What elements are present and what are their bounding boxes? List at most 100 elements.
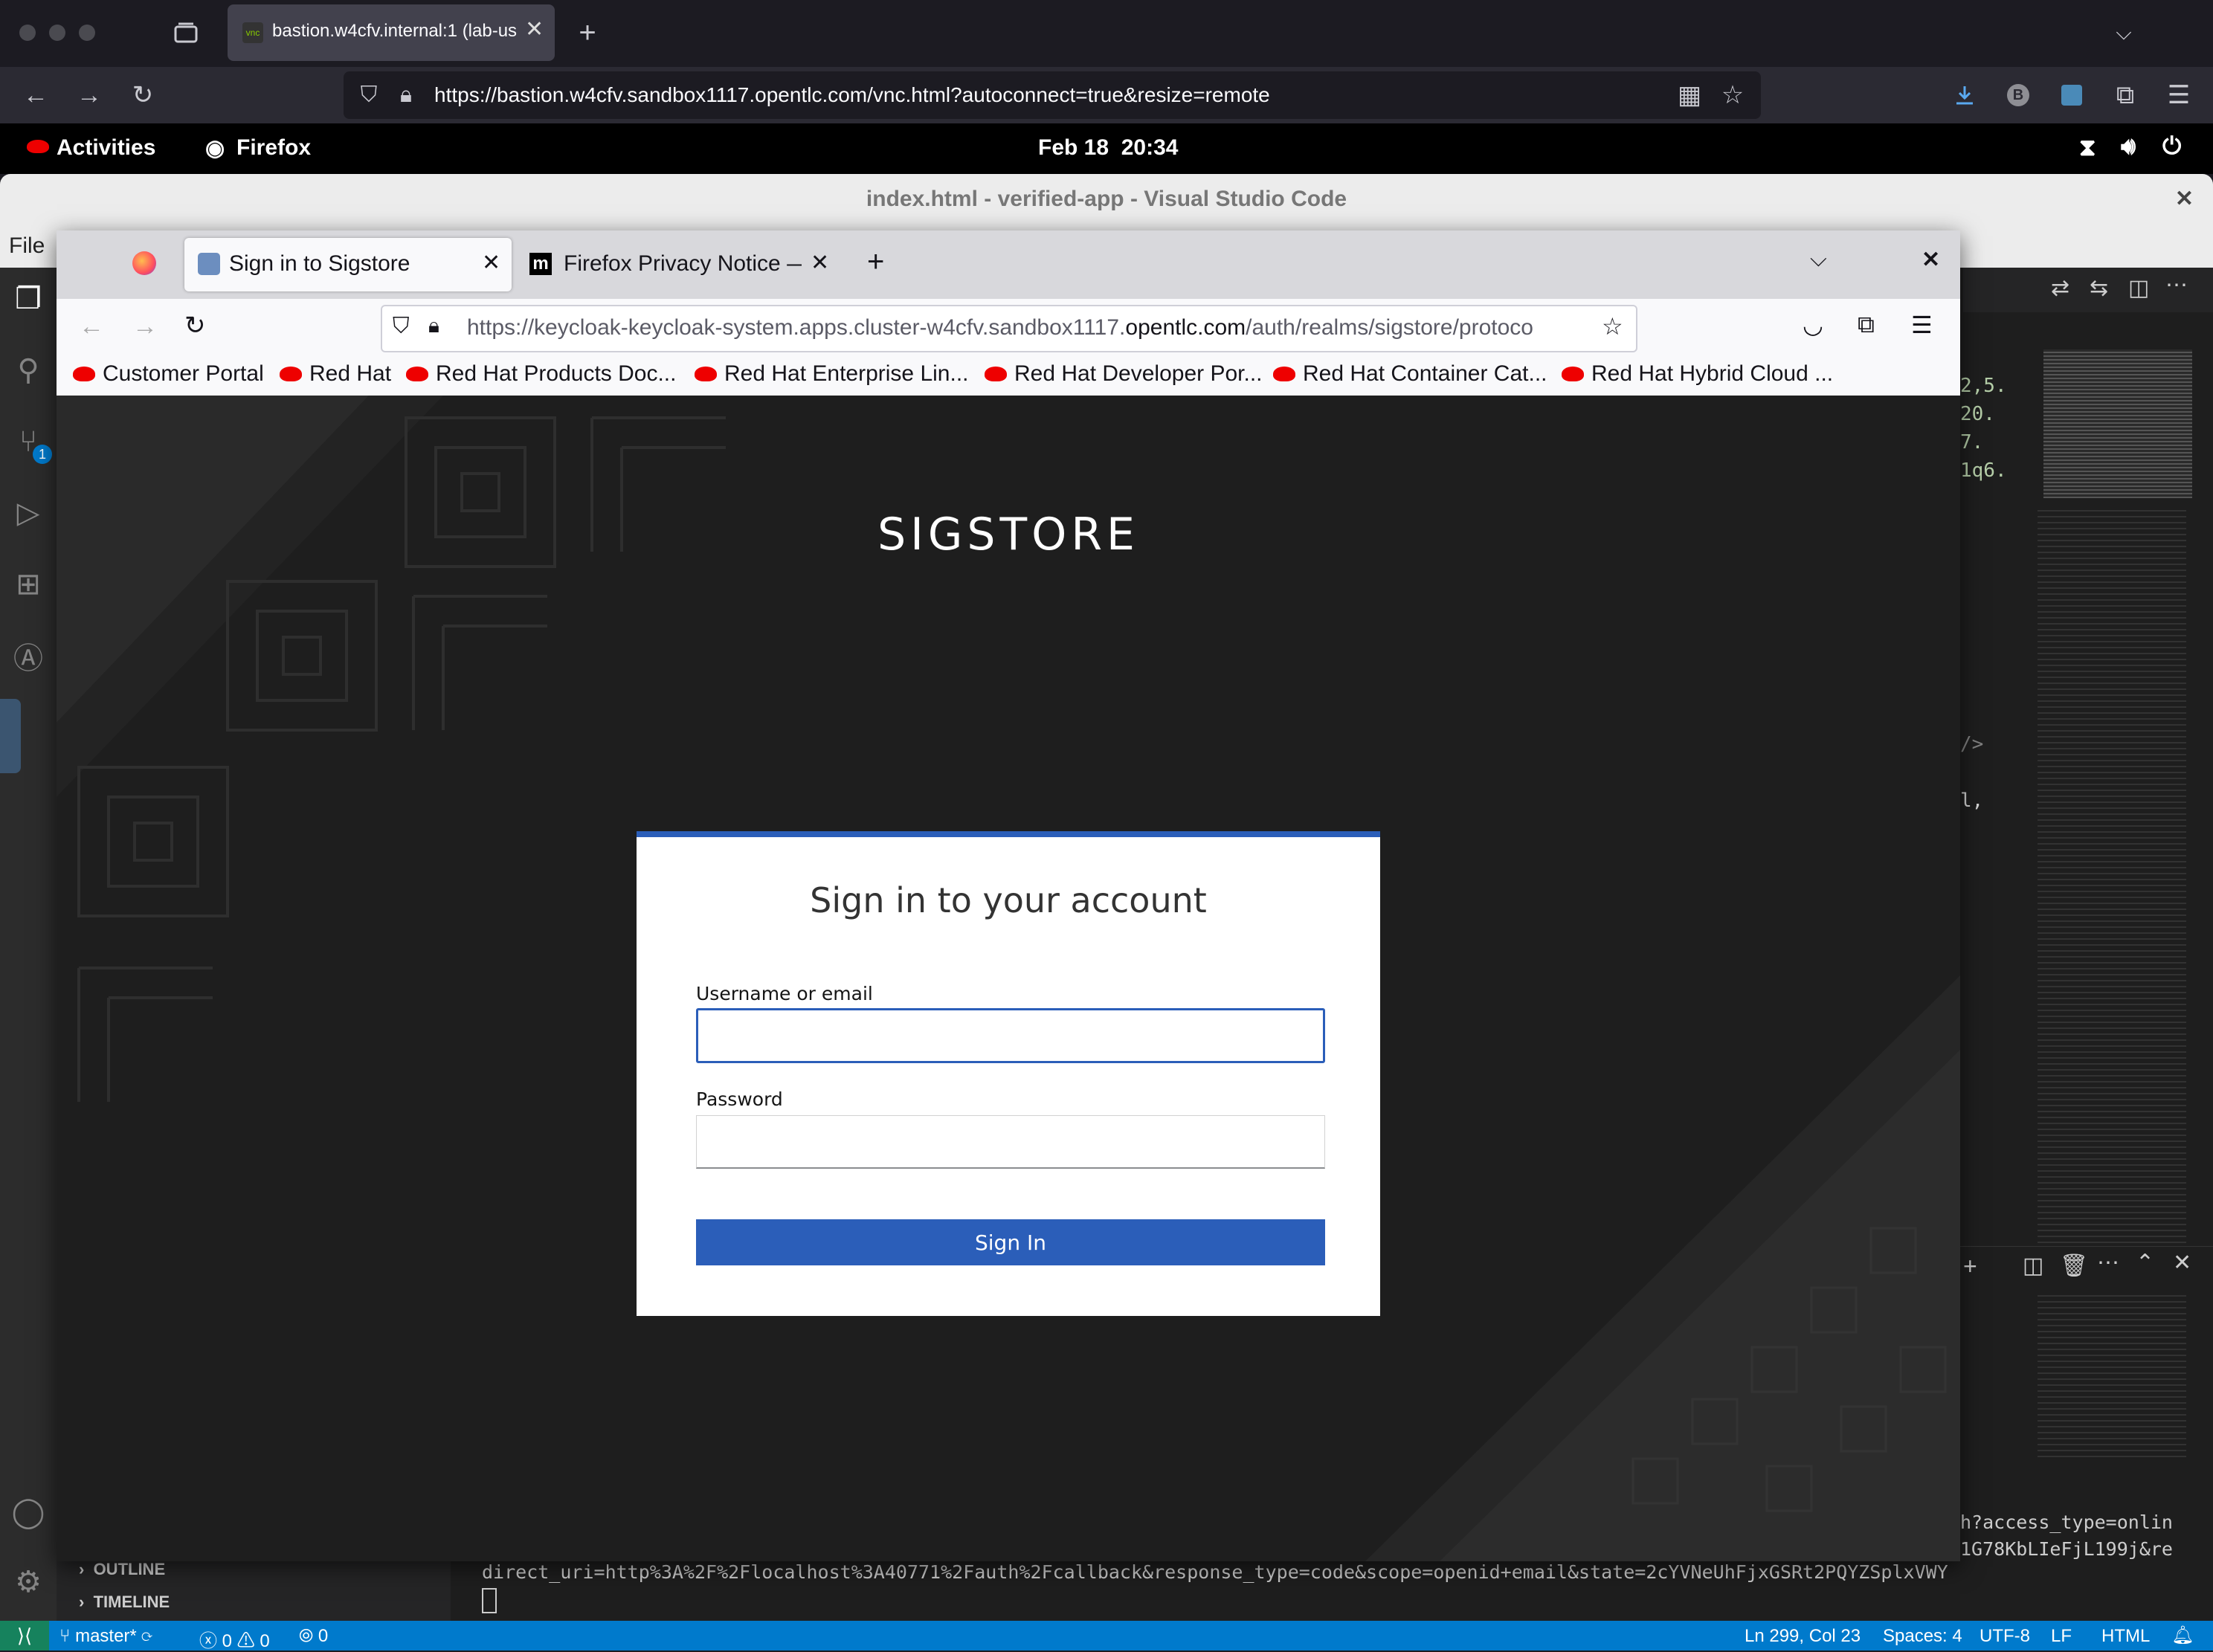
terminal-cursor: [482, 1588, 497, 1613]
bookmark-customer-portal[interactable]: Customer Portal: [73, 361, 264, 387]
more-actions-icon[interactable]: ⋯: [2165, 272, 2188, 298]
sidebar-sections: › OUTLINE › TIMELINE: [57, 1554, 451, 1621]
clock[interactable]: Feb 18 20:34: [1038, 135, 1178, 161]
remote-indicator-icon[interactable]: ⟩⟨: [0, 1621, 49, 1651]
close-tab-icon[interactable]: ✕: [482, 250, 500, 276]
firefox-view-icon[interactable]: [132, 251, 156, 275]
trash-icon[interactable]: 🗑︎: [2060, 1253, 2088, 1279]
menu-icon[interactable]: ☰: [2162, 80, 2195, 110]
extensions-icon[interactable]: ⧉: [1858, 311, 1875, 339]
list-all-tabs-icon[interactable]: ⌵: [1810, 247, 1827, 272]
line-ending[interactable]: LF: [2051, 1626, 2072, 1647]
close-window-icon[interactable]: [19, 25, 36, 41]
menu-file[interactable]: File: [9, 233, 45, 259]
lock-icon[interactable]: 🔒︎: [428, 314, 439, 338]
extension-grid-icon[interactable]: [2055, 80, 2088, 110]
panel-more-icon[interactable]: ⋯: [2097, 1250, 2119, 1276]
password-label: Password: [696, 1088, 783, 1110]
forward-icon[interactable]: →: [132, 312, 158, 341]
pocket-icon[interactable]: ◡: [1803, 311, 1823, 339]
new-tab-icon[interactable]: +: [573, 16, 602, 49]
sign-in-button[interactable]: Sign In: [696, 1219, 1325, 1265]
outer-url-bar[interactable]: ⛉ 🔒︎ https://bastion.w4cfv.sandbox1117.o…: [344, 71, 1761, 119]
close-tab-icon[interactable]: ✕: [811, 250, 829, 276]
bookmark-products-doc[interactable]: Red Hat Products Doc...: [406, 361, 676, 387]
back-icon[interactable]: ←: [79, 312, 104, 341]
tab-sign-in-sigstore[interactable]: Sign in to Sigstore ✕: [184, 238, 512, 291]
cursor-position[interactable]: Ln 299, Col 23: [1745, 1626, 1861, 1647]
new-tab-icon[interactable]: +: [867, 245, 884, 279]
qr-code-icon[interactable]: ▦: [1675, 80, 1704, 110]
username-input[interactable]: [696, 1008, 1325, 1063]
list-tabs-icon[interactable]: ⌵: [2109, 18, 2139, 48]
bookmark-red-hat[interactable]: Red Hat: [280, 361, 391, 387]
tab-overview-icon[interactable]: [171, 18, 201, 48]
minimize-window-icon[interactable]: [49, 25, 65, 41]
bookmark-label: Red Hat: [309, 361, 392, 386]
bookmark-hybrid-cloud[interactable]: Red Hat Hybrid Cloud ...: [1562, 361, 1833, 387]
terminal-line: direct_uri=http%3A%2F%2Flocalhost%3A4077…: [482, 1561, 1948, 1583]
bookmark-star-icon[interactable]: ☆: [1602, 312, 1623, 341]
close-window-icon[interactable]: ✕: [1922, 247, 1940, 273]
redhat-hat-icon: [1273, 367, 1295, 381]
activities-button[interactable]: Activities: [57, 135, 155, 161]
bookmark-container-catalog[interactable]: Red Hat Container Cat...: [1273, 361, 1547, 387]
shield-icon[interactable]: ⛉: [393, 314, 410, 339]
maximize-panel-icon[interactable]: ⌃: [2136, 1250, 2154, 1276]
bookmark-star-icon[interactable]: ☆: [1718, 80, 1747, 110]
indentation[interactable]: Spaces: 4: [1883, 1626, 1962, 1647]
back-icon[interactable]: ←: [19, 80, 52, 110]
extensions-icon[interactable]: ⊞: [10, 567, 46, 602]
vnc-side-handle[interactable]: [0, 699, 21, 773]
inner-url-bar[interactable]: ⛉ 🔒︎ https://keycloak-keycloak-system.ap…: [381, 305, 1637, 352]
network-icon[interactable]: ⧗: [2079, 134, 2096, 162]
problems-status[interactable]: ⓧ 0 ⚠ 0: [199, 1626, 270, 1652]
ports-status[interactable]: ⦾ 0: [299, 1626, 328, 1647]
ansible-icon[interactable]: Ⓐ: [10, 638, 46, 675]
power-icon[interactable]: ⏻: [2162, 132, 2181, 161]
encoding[interactable]: UTF-8: [1980, 1626, 2030, 1647]
brand-title: SIGSTORE: [877, 509, 1139, 561]
settings-gear-icon[interactable]: ⚙: [10, 1564, 46, 1600]
search-icon[interactable]: ⚲: [10, 352, 46, 388]
shield-icon[interactable]: ⛉: [354, 80, 384, 110]
extensions-puzzle-icon[interactable]: ⧉: [2109, 80, 2142, 110]
minimap[interactable]: [2043, 349, 2192, 498]
accounts-icon[interactable]: ◯: [10, 1494, 46, 1530]
run-debug-icon[interactable]: ▷: [10, 495, 46, 531]
app-menu[interactable]: Firefox: [236, 135, 311, 161]
password-input[interactable]: [696, 1115, 1325, 1169]
split-editor-icon[interactable]: ◫: [2128, 275, 2149, 301]
outer-tab-bar: vnc bastion.w4cfv.internal:1 (lab-us ✕ +…: [0, 0, 2213, 67]
zoom-window-icon[interactable]: [79, 25, 95, 41]
reload-icon[interactable]: ↻: [126, 80, 159, 110]
new-terminal-icon[interactable]: +: [1963, 1253, 1977, 1280]
notifications-bell-icon[interactable]: 🔔︎: [2171, 1624, 2194, 1646]
close-tab-icon[interactable]: ✕: [525, 16, 544, 42]
reload-icon[interactable]: ↻: [184, 311, 206, 341]
explorer-icon[interactable]: ❐: [10, 281, 46, 317]
menu-icon[interactable]: ☰: [1911, 311, 1933, 339]
tab-privacy-notice[interactable]: m Firefox Privacy Notice — I ✕: [519, 238, 839, 291]
branch-status[interactable]: ⑂ master* ⟳: [59, 1626, 152, 1647]
language-mode[interactable]: HTML: [2101, 1626, 2150, 1647]
open-changes-icon[interactable]: ⇆: [2090, 275, 2108, 301]
extension-b-icon[interactable]: B: [2002, 80, 2035, 110]
sidebar-timeline[interactable]: › TIMELINE: [79, 1593, 170, 1612]
close-panel-icon[interactable]: ✕: [2173, 1250, 2191, 1276]
second-tab-title: Firefox Privacy Notice — I: [564, 251, 802, 276]
compare-icon[interactable]: ⇄: [2051, 275, 2069, 301]
redhat-hat-icon: [73, 367, 95, 381]
downloads-icon[interactable]: [1948, 80, 1981, 110]
outer-tab-vnc[interactable]: vnc bastion.w4cfv.internal:1 (lab-us ✕: [228, 4, 555, 61]
bookmark-enterprise-linux[interactable]: Red Hat Enterprise Lin...: [695, 361, 969, 387]
split-terminal-icon[interactable]: ◫: [2023, 1253, 2043, 1279]
volume-icon[interactable]: 🔊︎: [2121, 132, 2136, 161]
bookmark-developer-portal[interactable]: Red Hat Developer Por...: [985, 361, 1263, 387]
sidebar-outline[interactable]: › OUTLINE: [79, 1560, 165, 1579]
bookmark-label: Red Hat Hybrid Cloud ...: [1591, 361, 1834, 386]
lock-icon[interactable]: 🔒︎: [391, 80, 421, 110]
vscode-close-icon[interactable]: ✕: [2175, 174, 2194, 225]
minimap-lower[interactable]: [2038, 506, 2186, 1457]
forward-icon[interactable]: →: [73, 80, 106, 110]
